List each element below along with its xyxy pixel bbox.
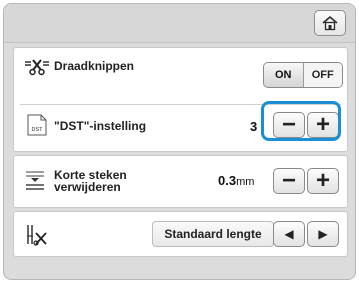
short-stitches-number: 0.3 [218, 173, 237, 188]
length-right-button[interactable]: ▶ [307, 221, 339, 247]
dst-label: "DST"-instelling [54, 119, 147, 133]
dst-value: 3 [250, 119, 258, 134]
home-icon [322, 15, 338, 31]
short-stitches-plus-button[interactable]: + [307, 168, 339, 194]
off-button[interactable]: OFF [303, 63, 342, 87]
svg-text:DST: DST [32, 127, 44, 133]
highlight-frame [261, 101, 341, 141]
panel-short-stitches: Korte steken verwijderen 0.3mm − + [13, 155, 348, 208]
home-button[interactable] [314, 10, 346, 36]
thread-cut-row: Draadknippen ON OFF [14, 48, 347, 104]
thread-cut-toggle[interactable]: ON OFF [263, 62, 343, 88]
panel-length: Standaard lengte ◀ ▶ [13, 211, 348, 257]
needle-scissors-icon [27, 225, 47, 246]
remove-short-stitches-icon [26, 171, 44, 190]
dst-file-icon: DST [27, 114, 47, 136]
thread-cut-label: Draadknippen [54, 59, 135, 73]
short-stitches-label-2: verwijderen [54, 180, 121, 194]
settings-screen: Draadknippen ON OFF DST "DST"-instelling… [3, 3, 356, 280]
short-stitches-value: 0.3mm [218, 173, 254, 188]
length-left-button[interactable]: ◀ [273, 221, 305, 247]
length-select: Standaard lengte [152, 221, 274, 247]
short-stitches-minus-button[interactable]: − [273, 168, 305, 194]
top-bar [4, 4, 355, 43]
short-stitches-unit: mm [236, 176, 255, 188]
on-button[interactable]: ON [264, 63, 304, 87]
scissors-icon [25, 59, 49, 76]
